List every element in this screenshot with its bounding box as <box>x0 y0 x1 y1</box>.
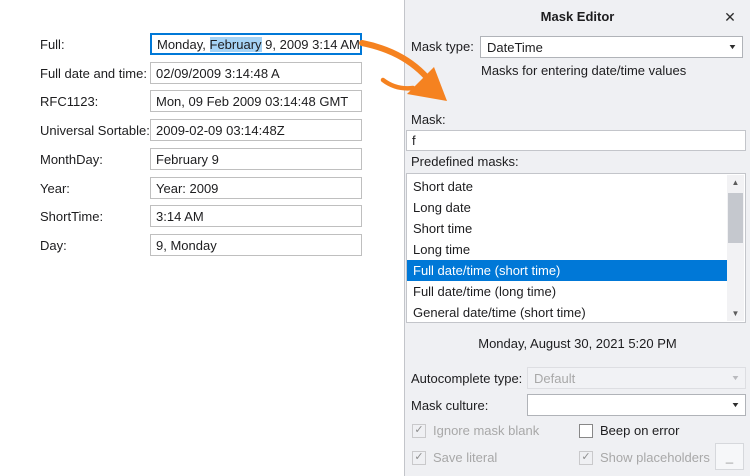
form-row-universal-sortable: Universal Sortable: 2009-02-09 03:14:48Z <box>40 119 362 141</box>
chevron-down-icon: ▼ <box>728 44 738 51</box>
mask-preview-text: Monday, August 30, 2021 5:20 PM <box>405 336 750 351</box>
list-item[interactable]: Short date <box>407 176 727 197</box>
mask-type-dropdown[interactable]: DateTime ▼ <box>480 36 743 58</box>
scroll-down-icon[interactable]: ▼ <box>727 306 744 321</box>
autocomplete-type-dropdown: Default ▼ <box>527 367 746 389</box>
list-item[interactable]: General date/time (short time) <box>407 302 727 323</box>
checkbox-box: ✓ <box>412 424 426 438</box>
field-label-full-date-and-time: Full date and time: <box>40 62 147 84</box>
form-row-full-date-and-time: Full date and time: 02/09/2009 3:14:48 A <box>40 62 362 84</box>
checkbox-box <box>579 424 593 438</box>
predefined-masks-label: Predefined masks: <box>411 154 519 170</box>
checkbox-label: Ignore mask blank <box>433 423 539 438</box>
mask-type-hint: Masks for entering date/time values <box>481 63 686 78</box>
full-date-and-time-field[interactable]: 02/09/2009 3:14:48 A <box>150 62 362 84</box>
field-text: 9, 2009 3:14 AM <box>262 37 360 52</box>
form-row-full: Full: Monday, February 9, 2009 3:14 AM <box>40 33 362 55</box>
form-row-monthday: MonthDay: February 9 <box>40 148 362 170</box>
field-text: 2009-02-09 03:14:48Z <box>156 123 285 138</box>
field-label-day: Day: <box>40 234 67 256</box>
checkbox-save-literal[interactable]: ✓ Save literal <box>412 450 497 465</box>
mask-type-label: Mask type: <box>411 39 474 55</box>
checkbox-ignore-mask-blank[interactable]: ✓ Ignore mask blank <box>412 423 539 438</box>
field-text: Mon, 09 Feb 2009 03:14:48 GMT <box>156 94 348 109</box>
rfc1123-field[interactable]: Mon, 09 Feb 2009 03:14:48 GMT <box>150 90 362 112</box>
checkbox-label: Save literal <box>433 450 497 465</box>
scrollbar[interactable]: ▲ ▼ <box>727 175 744 321</box>
field-label-monthday: MonthDay: <box>40 148 103 170</box>
day-field[interactable]: 9, Monday <box>150 234 362 256</box>
mask-culture-dropdown[interactable]: ▼ <box>527 394 746 416</box>
field-label-shorttime: ShortTime: <box>40 205 103 227</box>
autocomplete-type-label: Autocomplete type: <box>411 371 522 387</box>
close-icon[interactable]: ✕ <box>720 7 740 27</box>
field-text: 3:14 AM <box>156 209 204 224</box>
check-icon: ✓ <box>414 425 423 436</box>
form-row-rfc1123: RFC1123: Mon, 09 Feb 2009 03:14:48 GMT <box>40 90 362 112</box>
field-label-rfc1123: RFC1123: <box>40 90 98 112</box>
autocomplete-type-value: Default <box>534 371 728 386</box>
mask-label: Mask: <box>411 112 446 128</box>
mask-type-value: DateTime <box>487 40 725 55</box>
chevron-down-icon: ▼ <box>731 402 741 409</box>
mask-input[interactable] <box>406 130 746 151</box>
full-field[interactable]: Monday, February 9, 2009 3:14 AM <box>150 33 362 55</box>
universal-sortable-field[interactable]: 2009-02-09 03:14:48Z <box>150 119 362 141</box>
check-icon: ✓ <box>414 452 423 463</box>
form-row-year: Year: Year: 2009 <box>40 177 362 199</box>
placeholder-char: _ <box>726 449 733 464</box>
form-row-day: Day: 9, Monday <box>40 234 362 256</box>
checkbox-beep-on-error[interactable]: Beep on error <box>579 423 680 438</box>
checkbox-label: Beep on error <box>600 423 680 438</box>
field-label-full: Full: <box>40 33 65 55</box>
field-label-universal-sortable: Universal Sortable: <box>40 119 150 141</box>
year-field[interactable]: Year: 2009 <box>150 177 362 199</box>
field-label-year: Year: <box>40 177 70 199</box>
scroll-up-icon[interactable]: ▲ <box>727 175 744 190</box>
placeholder-char-field[interactable]: _ <box>715 443 744 470</box>
checkbox-box: ✓ <box>412 451 426 465</box>
field-text: 02/09/2009 3:14:48 A <box>156 66 280 81</box>
selected-text: February <box>210 37 262 52</box>
mask-culture-label: Mask culture: <box>411 398 488 414</box>
list-item[interactable]: Full date/time (long time) <box>407 281 727 302</box>
field-text: Monday, <box>157 37 210 52</box>
checkbox-label: Show placeholders <box>600 450 710 465</box>
list-item[interactable]: Long time <box>407 239 727 260</box>
form-row-shorttime: ShortTime: 3:14 AM <box>40 205 362 227</box>
checkbox-box: ✓ <box>579 451 593 465</box>
list-item-selected[interactable]: Full date/time (short time) <box>407 260 727 281</box>
list-item[interactable]: Long date <box>407 197 727 218</box>
scrollbar-thumb[interactable] <box>728 193 743 243</box>
monthday-field[interactable]: February 9 <box>150 148 362 170</box>
panel-title: Mask Editor <box>405 9 750 24</box>
chevron-down-icon: ▼ <box>731 375 741 382</box>
check-icon: ✓ <box>581 452 590 463</box>
field-text: Year: 2009 <box>156 181 218 196</box>
list-item[interactable]: Short time <box>407 218 727 239</box>
shorttime-field[interactable]: 3:14 AM <box>150 205 362 227</box>
predefined-masks-list: Short date Long date Short time Long tim… <box>406 173 746 323</box>
field-text: February 9 <box>156 152 219 167</box>
field-text: 9, Monday <box>156 238 217 253</box>
mask-editor-panel: Mask Editor ✕ Mask type: DateTime ▼ Mask… <box>404 0 750 476</box>
checkbox-show-placeholders[interactable]: ✓ Show placeholders <box>579 450 710 465</box>
